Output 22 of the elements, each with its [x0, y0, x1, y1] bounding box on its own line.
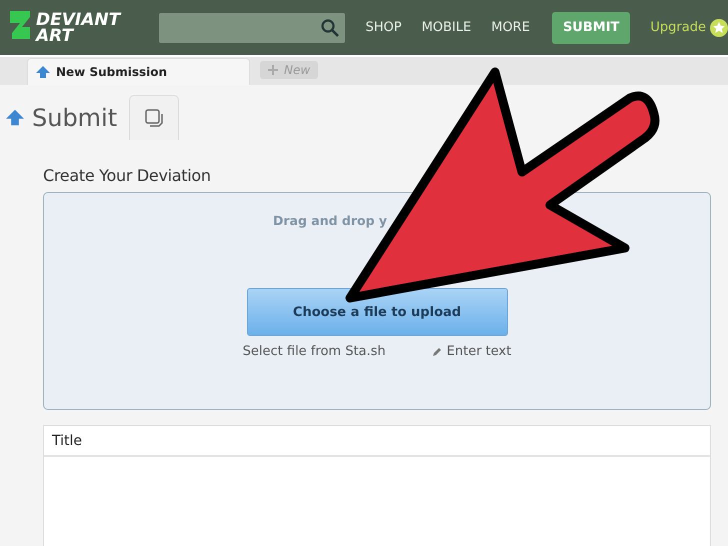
choose-file-button[interactable]: Choose a file to upload — [246, 288, 508, 336]
star-badge-icon — [710, 18, 728, 36]
nav-link[interactable]: MOBILE — [422, 20, 472, 35]
up-arrow-icon — [36, 66, 50, 78]
nav-link[interactable]: MORE — [491, 20, 530, 35]
title-label: Title — [44, 426, 710, 457]
pencil-icon — [432, 346, 442, 356]
logo-text[interactable]: DEVIANT ART — [36, 12, 120, 44]
nav-link[interactable]: SHOP — [365, 20, 402, 35]
section-title: Create Your Deviation — [43, 166, 212, 185]
page-title: Submit — [32, 104, 118, 132]
plus-icon — [268, 65, 278, 75]
option-link[interactable]: Select file from Sta.sh — [242, 344, 386, 359]
drop-hint: Drag and drop y — [273, 213, 388, 228]
upgrade-link[interactable]: Upgrade — [650, 18, 728, 36]
option-link[interactable]: Enter text — [432, 344, 512, 359]
document-icon — [144, 108, 164, 128]
document-tab[interactable] — [129, 95, 180, 140]
up-arrow-icon — [6, 109, 24, 126]
search-icon[interactable] — [321, 18, 340, 36]
tab[interactable]: New Submission — [27, 58, 250, 85]
search-field[interactable] — [159, 12, 346, 42]
